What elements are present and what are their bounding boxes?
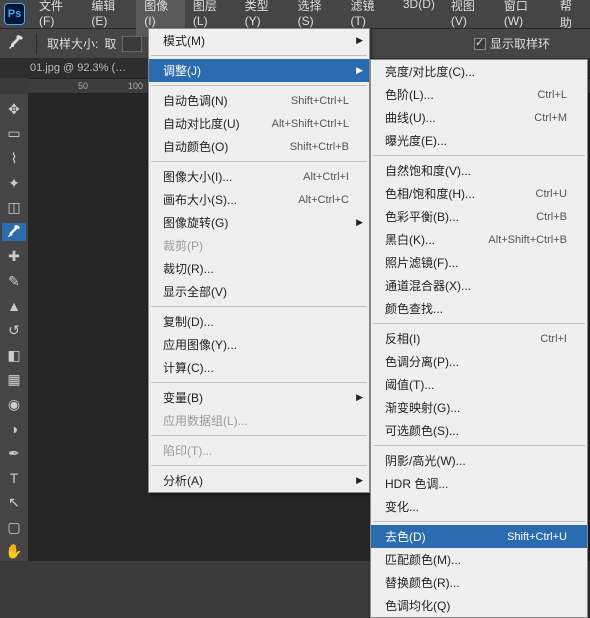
hand-tool[interactable]: ✋ [2, 542, 26, 561]
menu-window[interactable]: 窗口(W) [496, 0, 552, 37]
menu-edit[interactable]: 编辑(E) [83, 0, 136, 37]
tools-panel: ✥ ▭ ⌇ ✦ ◫ ✚ ✎ ▲ ↺ ◧ ▦ ◉ ◑ ✒ T ↖ ▢ ✋ [0, 94, 28, 561]
menu-auto-color[interactable]: 自动颜色(O)Shift+Ctrl+B [149, 135, 369, 158]
adj-gradient-map[interactable]: 渐变映射(G)... [371, 396, 587, 419]
pen-tool[interactable]: ✒ [2, 444, 26, 463]
adj-variations[interactable]: 变化... [371, 495, 587, 518]
menu-trap: 陷印(T)... [149, 439, 369, 462]
healing-tool[interactable]: ✚ [2, 247, 26, 266]
history-brush-tool[interactable]: ↺ [2, 321, 26, 340]
adj-curves[interactable]: 曲线(U)...Ctrl+M [371, 106, 587, 129]
ps-logo: Ps [4, 3, 25, 25]
eraser-tool[interactable]: ◧ [2, 346, 26, 365]
magic-wand-tool[interactable]: ✦ [2, 174, 26, 193]
stamp-tool[interactable]: ▲ [2, 297, 26, 316]
menu-analysis[interactable]: 分析(A) [149, 469, 369, 492]
sample-mode-dropdown[interactable] [122, 36, 142, 52]
path-tool[interactable]: ↖ [2, 493, 26, 512]
menu-image-size[interactable]: 图像大小(I)...Alt+Ctrl+I [149, 165, 369, 188]
adj-color-lookup[interactable]: 颜色查找... [371, 297, 587, 320]
adjustments-submenu: 亮度/对比度(C)... 色阶(L)...Ctrl+L 曲线(U)...Ctrl… [370, 59, 588, 618]
adj-black-white[interactable]: 黑白(K)...Alt+Shift+Ctrl+B [371, 228, 587, 251]
adj-channel-mixer[interactable]: 通道混合器(X)... [371, 274, 587, 297]
menu-canvas-size[interactable]: 画布大小(S)...Alt+Ctrl+C [149, 188, 369, 211]
adj-match-color[interactable]: 匹配颜色(M)... [371, 548, 587, 571]
sample-size-label: 取样大小: [47, 35, 98, 52]
adj-invert[interactable]: 反相(I)Ctrl+I [371, 327, 587, 350]
checkbox-icon [474, 38, 486, 50]
menu-3d[interactable]: 3D(D) [395, 0, 443, 37]
adj-hdr-toning[interactable]: HDR 色调... [371, 472, 587, 495]
shape-tool[interactable]: ▢ [2, 518, 26, 537]
menu-mode[interactable]: 模式(M) [149, 29, 369, 52]
menu-trim[interactable]: 裁切(R)... [149, 257, 369, 280]
adj-replace-color[interactable]: 替换颜色(R)... [371, 571, 587, 594]
menu-variables[interactable]: 变量(B) [149, 386, 369, 409]
adj-threshold[interactable]: 阈值(T)... [371, 373, 587, 396]
adj-selective-color[interactable]: 可选颜色(S)... [371, 419, 587, 442]
brush-tool[interactable]: ✎ [2, 272, 26, 291]
move-tool[interactable]: ✥ [2, 100, 26, 119]
show-sample-ring-label: 显示取样环 [490, 35, 550, 52]
dodge-tool[interactable]: ◑ [2, 420, 26, 439]
adj-photo-filter[interactable]: 照片滤镜(F)... [371, 251, 587, 274]
menu-duplicate[interactable]: 复制(D)... [149, 310, 369, 333]
crop-tool[interactable]: ◫ [2, 198, 26, 217]
menu-calculations[interactable]: 计算(C)... [149, 356, 369, 379]
menu-file[interactable]: 文件(F) [31, 0, 83, 37]
image-menu-dropdown: 模式(M) 调整(J) 自动色调(N)Shift+Ctrl+L 自动对比度(U)… [148, 28, 370, 493]
marquee-tool[interactable]: ▭ [2, 125, 26, 144]
eyedropper-tool[interactable] [2, 223, 26, 242]
adj-exposure[interactable]: 曝光度(E)... [371, 129, 587, 152]
adj-shadows-highlights[interactable]: 阴影/高光(W)... [371, 449, 587, 472]
document-tab[interactable]: 01.jpg @ 92.3% (… [30, 62, 126, 74]
adj-equalize[interactable]: 色调均化(Q) [371, 594, 587, 617]
menu-reveal-all[interactable]: 显示全部(V) [149, 280, 369, 303]
lasso-tool[interactable]: ⌇ [2, 149, 26, 168]
show-sample-ring-check[interactable]: 显示取样环 [474, 35, 590, 52]
adj-posterize[interactable]: 色调分离(P)... [371, 350, 587, 373]
adj-color-balance[interactable]: 色彩平衡(B)...Ctrl+B [371, 205, 587, 228]
separator [36, 34, 37, 54]
adj-levels[interactable]: 色阶(L)...Ctrl+L [371, 83, 587, 106]
hint-label: 取 [104, 35, 116, 52]
blur-tool[interactable]: ◉ [2, 395, 26, 414]
menu-apply-image[interactable]: 应用图像(Y)... [149, 333, 369, 356]
menu-apply-data-set: 应用数据组(L)... [149, 409, 369, 432]
menu-auto-contrast[interactable]: 自动对比度(U)Alt+Shift+Ctrl+L [149, 112, 369, 135]
text-tool[interactable]: T [2, 469, 26, 488]
menu-auto-tone[interactable]: 自动色调(N)Shift+Ctrl+L [149, 89, 369, 112]
menu-crop: 裁剪(P) [149, 234, 369, 257]
adj-brightness[interactable]: 亮度/对比度(C)... [371, 60, 587, 83]
menu-help[interactable]: 帮助 [552, 0, 590, 37]
menu-adjustments[interactable]: 调整(J) [149, 59, 369, 82]
menu-image-rotation[interactable]: 图像旋转(G) [149, 211, 369, 234]
gradient-tool[interactable]: ▦ [2, 370, 26, 389]
eyedropper-icon[interactable] [8, 35, 26, 53]
menu-view[interactable]: 视图(V) [443, 0, 496, 37]
adj-vibrance[interactable]: 自然饱和度(V)... [371, 159, 587, 182]
adj-hue-sat[interactable]: 色相/饱和度(H)...Ctrl+U [371, 182, 587, 205]
adj-desaturate[interactable]: 去色(D)Shift+Ctrl+U [371, 525, 587, 548]
